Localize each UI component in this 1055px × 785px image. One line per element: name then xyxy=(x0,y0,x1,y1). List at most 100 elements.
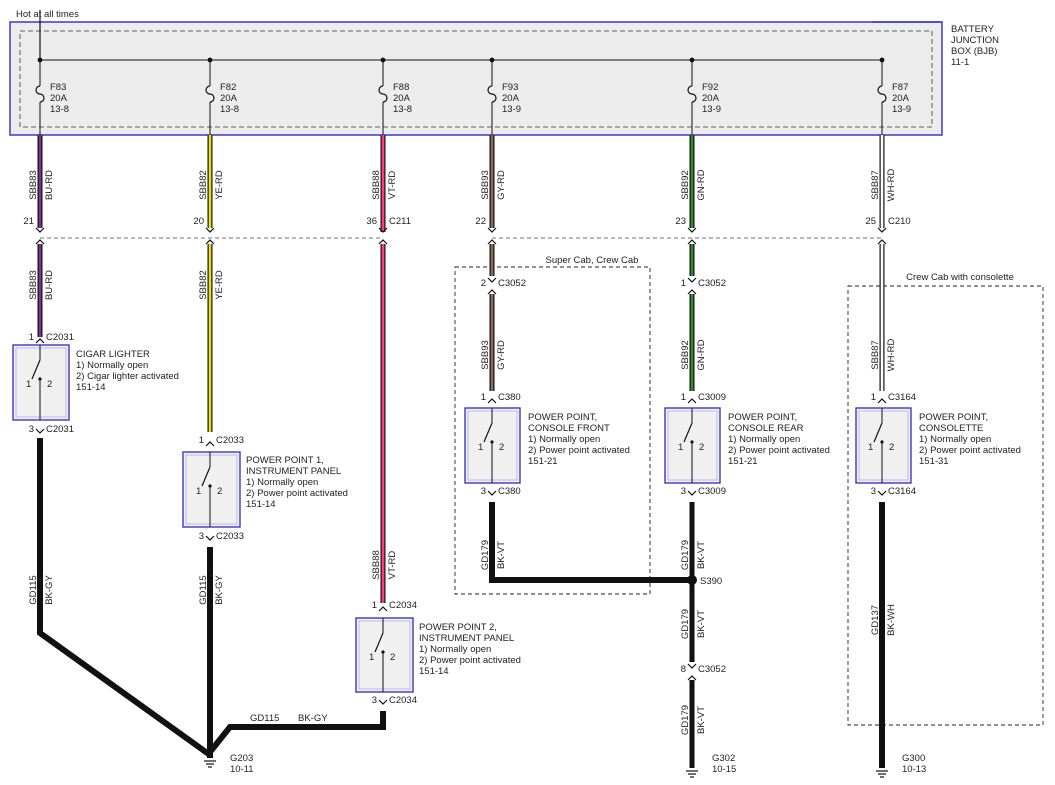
wire-top-label-5-color: WH-RD xyxy=(886,169,897,202)
fuse-amps-1: 20A xyxy=(220,93,238,104)
switch-pin1-4: 1 xyxy=(678,442,683,453)
wire-mid-label-cigar-color: BU-RD xyxy=(44,270,55,300)
wire-mid-label-consolette-circuit: SBB87 xyxy=(870,340,881,370)
ground-label-front-color: BK-VT xyxy=(496,541,507,569)
c3052-bot-name: C3052 xyxy=(698,664,726,675)
component-title1-0: CIGAR LIGHTER xyxy=(76,349,150,360)
component-out-3-pin: 3 xyxy=(481,486,486,497)
switch-pin2-4: 2 xyxy=(699,442,704,453)
fuse-name-3: F93 xyxy=(502,82,518,93)
fuse-amps-0: 20A xyxy=(50,93,68,104)
wire-mid-label-pp1-color: YE-RD xyxy=(214,270,225,300)
fuse-ref-0: 13-8 xyxy=(50,104,69,115)
component-ref-2: 151-14 xyxy=(419,666,449,677)
wire-top-label-0-color: BU-RD xyxy=(44,170,55,200)
wire-mid-label-cigar-circuit: SBB83 xyxy=(28,270,39,300)
bjb-connector-0-pin: 21 xyxy=(23,216,34,227)
hot-label: Hot at all times xyxy=(16,9,79,20)
c3052-gy-pin: 2 xyxy=(481,278,486,289)
bjb-connector-5-name: C210 xyxy=(888,216,911,227)
component-desc2-3: 2) Power point activated xyxy=(528,445,630,456)
wire-top-label-1-color: YE-RD xyxy=(214,170,225,200)
component-in-4-pin: 1 xyxy=(681,392,686,403)
wire-top-label-4-color: GN-RD xyxy=(696,169,707,200)
component-out-3-name: C380 xyxy=(498,486,521,497)
component-in-marker-2 xyxy=(378,606,388,612)
component-in-5-name: C3164 xyxy=(888,392,916,403)
ground-label-cigar-color: BK-GY xyxy=(44,575,55,605)
lower-connector-marker-3 xyxy=(487,239,497,245)
component-desc2-2: 2) Power point activated xyxy=(419,655,521,666)
component-1: 1 2 POWER POINT 1,INSTRUMENT PANEL1) Norma… xyxy=(182,451,348,528)
component-out-marker-0 xyxy=(35,428,45,434)
fuse-amps-3: 20A xyxy=(502,93,520,104)
component-title1-4: POWER POINT, xyxy=(728,412,797,423)
component-desc1-4: 1) Normally open xyxy=(728,434,800,445)
component-out-0-pin: 3 xyxy=(29,424,34,435)
component-desc1-0: 1) Normally open xyxy=(76,360,148,371)
component-ref-5: 151-31 xyxy=(919,456,949,467)
fuse-name-4: F92 xyxy=(702,82,718,93)
fuse-amps-4: 20A xyxy=(702,93,720,104)
bjb-connector-3-pin: 22 xyxy=(475,216,486,227)
ground-wire-front-outline xyxy=(489,502,692,583)
c3052-gn-pin: 1 xyxy=(681,278,686,289)
component-desc1-2: 1) Normally open xyxy=(419,644,491,655)
ground-ref-1: 10-15 xyxy=(712,764,736,775)
wire-mid-label-front-circuit: SBB93 xyxy=(480,340,491,370)
component-box-2 xyxy=(355,617,414,693)
ground-name-1: G302 xyxy=(712,753,735,764)
component-out-5-name: C3164 xyxy=(888,486,916,497)
component-in-3-pin: 1 xyxy=(481,392,486,403)
ground-label-pp1-color: BK-GY xyxy=(214,575,225,605)
fuse-name-0: F83 xyxy=(50,82,66,93)
component-out-2-name: C2034 xyxy=(389,695,417,706)
fuse-ref-3: 13-9 xyxy=(502,104,521,115)
bjb-connector-marker-5 xyxy=(877,227,887,233)
lower-connector-marker-0 xyxy=(35,239,45,245)
c3052-gn-name: C3052 xyxy=(698,278,726,289)
diagram-content: F8320A13-8F8220A13-8F8820A13-8F9320A13-9… xyxy=(12,57,1021,778)
lower-connector-marker-5 xyxy=(877,239,887,245)
component-in-marker-3 xyxy=(487,398,497,404)
component-out-4-pin: 3 xyxy=(681,486,686,497)
switch-pin2-2: 2 xyxy=(390,652,395,663)
ground-label-pp1-circuit: GD115 xyxy=(198,575,209,604)
gd115-h-circuit: GD115 xyxy=(250,713,279,724)
component-in-marker-0 xyxy=(35,338,45,344)
component-ref-4: 151-21 xyxy=(728,456,758,467)
fuse-ref-1: 13-8 xyxy=(220,104,239,115)
component-in-4-name: C3009 xyxy=(698,392,726,403)
component-in-0-pin: 1 xyxy=(29,332,34,343)
component-in-marker-4 xyxy=(687,398,697,404)
fuse-ref-5: 13-9 xyxy=(892,104,911,115)
ground-wire-front xyxy=(490,502,692,582)
component-3: 1 2 POWER POINT,CONSOLE FRONT1) Normally o… xyxy=(464,407,630,484)
c3052-gy-marker-top xyxy=(487,277,497,283)
component-in-marker-1 xyxy=(205,441,215,447)
ground-ref-2: 10-13 xyxy=(902,764,926,775)
battery-junction-box: BATTERY JUNCTION BOX (BJB) 11-1 xyxy=(9,21,999,136)
bjb-connector-marker-4 xyxy=(687,227,697,233)
switch-pin2-0: 2 xyxy=(47,379,52,390)
ground-label-rear-b-circuit: GD179 xyxy=(680,609,691,639)
component-0: 1 2 CIGAR LIGHTER1) Normally open2) Cigar … xyxy=(12,344,179,421)
component-out-1-pin: 3 xyxy=(199,531,204,542)
ground-label-consolette-color: BK-WH xyxy=(886,604,897,636)
component-desc2-4: 2) Power point activated xyxy=(728,445,830,456)
wire-mid-label-pp2-circuit: SBB88 xyxy=(371,550,382,580)
ground-wire-pp2 xyxy=(209,711,385,753)
component-title2-3: CONSOLE FRONT xyxy=(528,423,610,434)
component-in-0-name: C2031 xyxy=(46,332,74,343)
ground-label-rear-c-color: BK-VT xyxy=(696,706,707,734)
component-desc2-1: 2) Power point activated xyxy=(246,488,348,499)
ground-label-rear-b-color: BK-VT xyxy=(696,610,707,638)
ground-label-rear-a-circuit: GD179 xyxy=(680,540,691,570)
wire-mid-label-rear-color: GN-RD xyxy=(696,339,707,370)
wiring-diagram: Hot at all times BATTERY JUNCTION BOX (B… xyxy=(9,9,1044,778)
wire-top-label-3-circuit: SBB93 xyxy=(480,170,491,200)
fuse-name-5: F87 xyxy=(892,82,908,93)
wire-top-label-3-color: GY-RD xyxy=(496,170,507,200)
switch-pin1-0: 1 xyxy=(26,379,31,390)
component-2: 1 2 POWER POINT 2,INSTRUMENT PANEL1) Norma… xyxy=(355,617,521,693)
